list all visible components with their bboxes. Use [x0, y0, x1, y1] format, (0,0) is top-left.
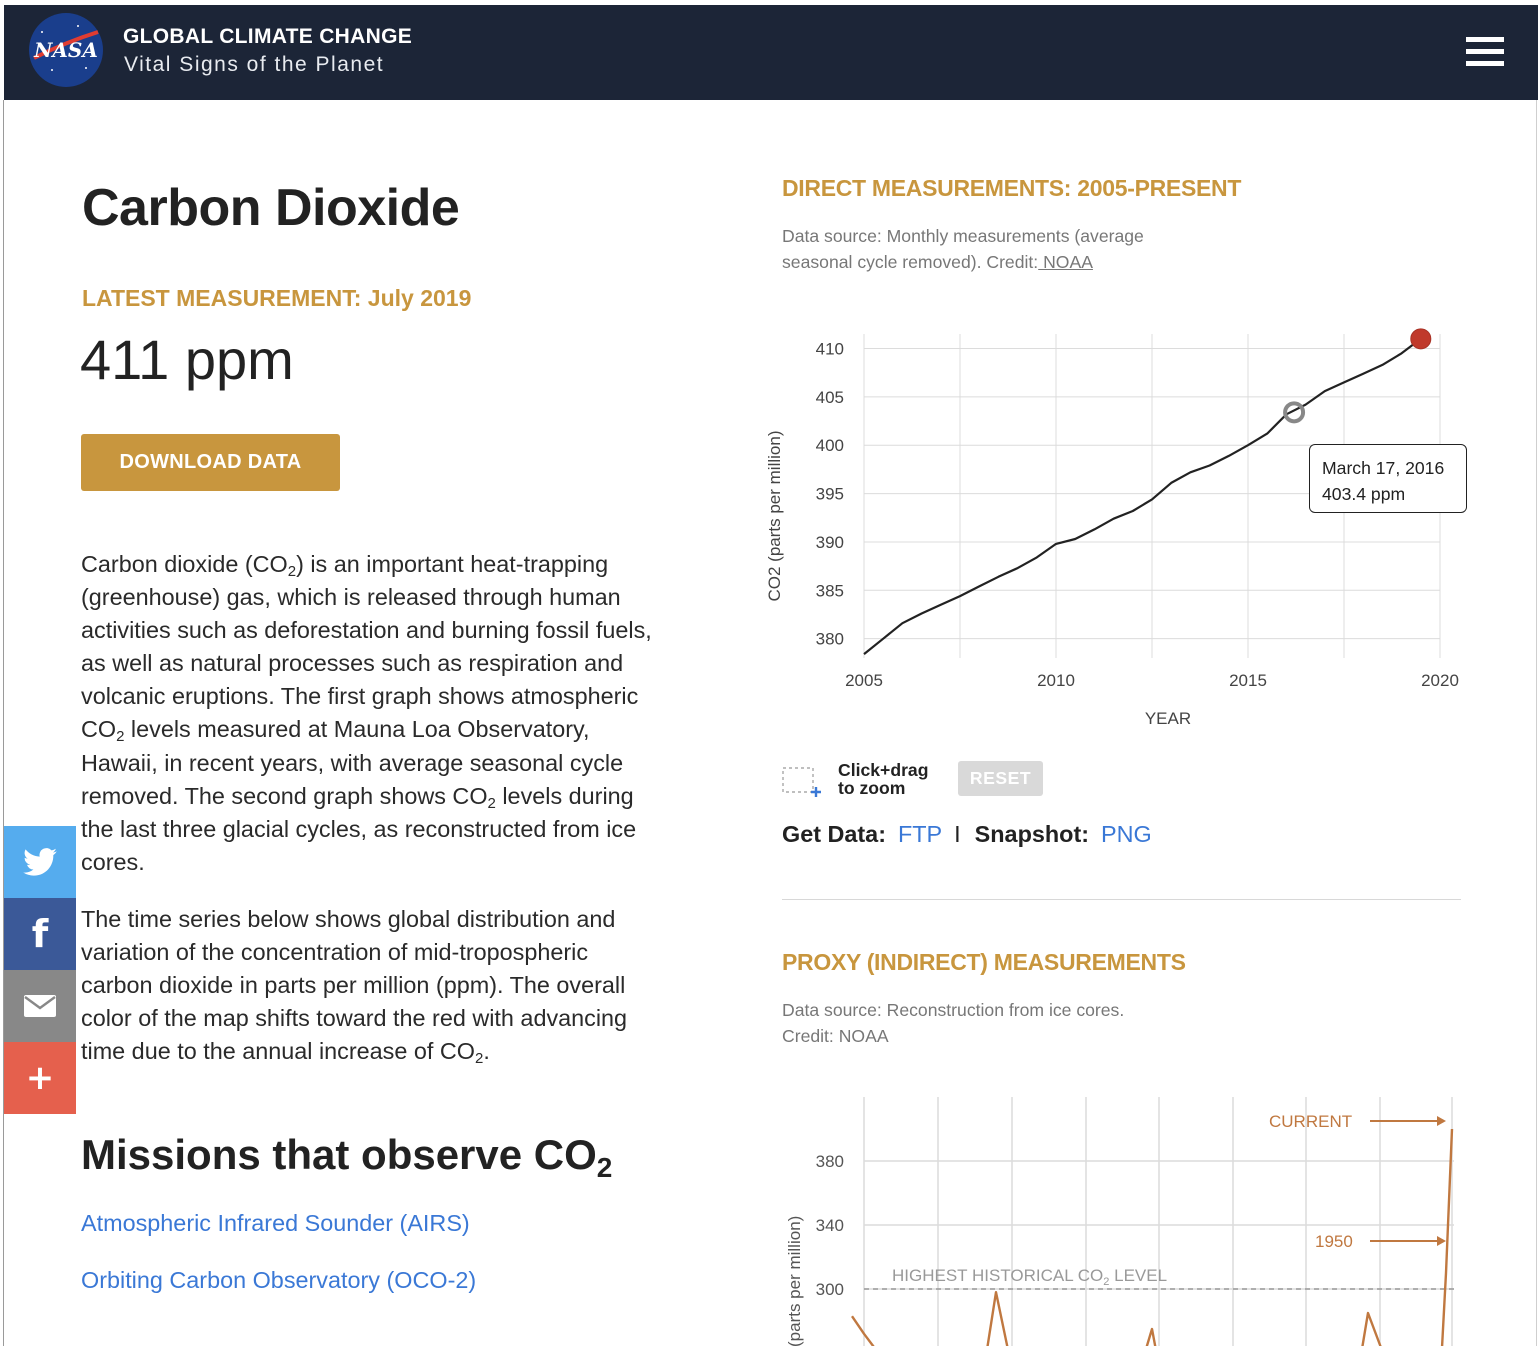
year-1950-label: 1950 [1315, 1232, 1353, 1251]
y-tick-label: 390 [816, 533, 844, 552]
co2-direct-chart[interactable]: 380 385 390 395 400 405 410 2005 2010 2015 2020 YEA… [752, 310, 1492, 740]
intro-paragraph: Carbon dioxide (CO2) is an important hea… [81, 551, 652, 875]
time-series-paragraph: The time series below shows global distr… [81, 906, 628, 1068]
current-label: CURRENT [1269, 1112, 1352, 1131]
tooltip-date: March 17, 2016 [1322, 458, 1445, 478]
proxy-data-source: Data source: Reconstruction from ice cor… [782, 1000, 1125, 1046]
zoom-instructions: Click+drag to zoom [838, 760, 929, 798]
direct-data-source: Data source: Monthly measurements (avera… [782, 226, 1144, 272]
section-divider [782, 899, 1461, 900]
y-tick-label: 410 [816, 340, 844, 359]
share-email-button[interactable] [4, 970, 76, 1042]
highest-level-label: HIGHEST HISTORICAL CO2 LEVEL [892, 1266, 1167, 1288]
share-twitter-button[interactable] [4, 826, 76, 898]
share-facebook-button[interactable]: f [4, 898, 76, 970]
get-data-row: Get Data: FTP I Snapshot: PNG [782, 821, 1164, 848]
site-header: NASA GLOBAL CLIMATE CHANGE Vital Signs o… [4, 5, 1538, 100]
y-tick-label: 405 [816, 388, 844, 407]
page-title: Carbon Dioxide [82, 179, 460, 237]
reset-zoom-button[interactable]: RESET [958, 761, 1043, 796]
mission-link-airs[interactable]: Atmospheric Infrared Sounder (AIRS) [81, 1210, 470, 1237]
y-axis-title: (parts per million) [785, 1216, 804, 1346]
direct-measurements-title: DIRECT MEASUREMENTS: 2005-PRESENT [782, 175, 1242, 201]
link-separator: I [954, 821, 961, 847]
ftp-link[interactable]: FTP [898, 821, 942, 847]
year-1950-arrowhead [1437, 1236, 1446, 1246]
x-tick-label: 2010 [1037, 671, 1075, 690]
page-border-left [3, 100, 4, 1346]
share-more-button[interactable]: + [4, 1042, 76, 1114]
x-axis-title: YEAR [1145, 709, 1191, 728]
svg-text:NASA: NASA [33, 38, 98, 62]
x-tick-label: 2020 [1421, 671, 1459, 690]
nasa-logo[interactable]: NASA [28, 12, 104, 88]
latest-measurement-label: LATEST MEASUREMENT: July 2019 [82, 285, 472, 311]
plus-icon: + [25, 1058, 55, 1098]
y-tick-label: 395 [816, 485, 844, 504]
missions-heading: Missions that observe CO2 [81, 1131, 613, 1183]
hamburger-menu-icon[interactable] [1466, 37, 1504, 67]
tooltip-value: 403.4 ppm [1322, 484, 1406, 504]
y-tick-label: 300 [816, 1280, 844, 1299]
twitter-icon [23, 848, 57, 876]
co2-proxy-chart[interactable]: 260300340380(parts per million)HIGHEST H… [752, 1085, 1492, 1346]
highlight-point-marker [1283, 401, 1306, 424]
y-tick-label: 380 [816, 630, 844, 649]
facebook-icon: f [31, 912, 49, 956]
snapshot-label: Snapshot: [974, 821, 1090, 847]
site-title[interactable]: GLOBAL CLIMATE CHANGE [123, 25, 412, 49]
proxy-measurements-title: PROXY (INDIRECT) MEASUREMENTS [782, 949, 1186, 975]
page-border-right [1536, 100, 1537, 1346]
noaa-credit-link[interactable]: NOAA [1038, 252, 1093, 272]
x-tick-label: 2005 [845, 671, 883, 690]
png-link[interactable]: PNG [1101, 821, 1152, 847]
zoom-select-icon[interactable] [782, 765, 822, 801]
chart-tooltip: March 17, 2016 403.4 ppm [1309, 444, 1467, 513]
y-tick-label: 385 [816, 581, 844, 600]
y-tick-label: 380 [816, 1152, 844, 1171]
mission-link-oco2[interactable]: Orbiting Carbon Observatory (OCO-2) [81, 1267, 476, 1294]
current-arrowhead [1437, 1116, 1446, 1126]
email-icon [24, 995, 56, 1017]
y-tick-label: 400 [816, 436, 844, 455]
y-axis-title: CO2 (parts per million) [765, 431, 784, 602]
latest-point-marker [1410, 328, 1432, 350]
site-subtitle: Vital Signs of the Planet [124, 53, 385, 76]
download-data-button[interactable]: DOWNLOAD DATA [81, 434, 340, 491]
x-tick-label: 2015 [1229, 671, 1267, 690]
latest-measurement-value: 411 ppm [80, 328, 294, 391]
get-data-label: Get Data: [782, 821, 886, 847]
y-tick-label: 340 [816, 1216, 844, 1235]
